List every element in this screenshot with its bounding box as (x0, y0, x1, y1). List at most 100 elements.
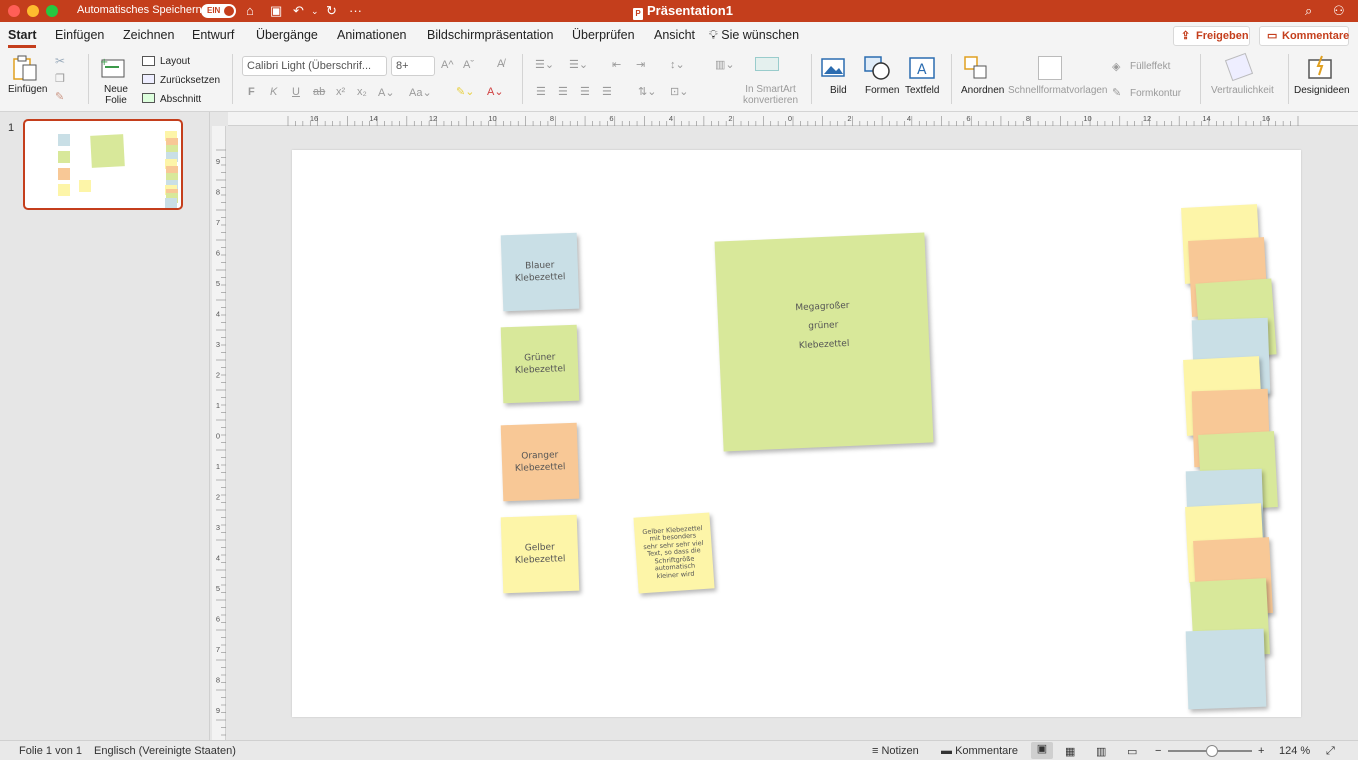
increase-font-icon[interactable]: A^ (441, 59, 454, 71)
slideshow-icon[interactable]: ▭ (1127, 745, 1137, 758)
reset-button[interactable]: Zurücksetzen (160, 75, 220, 86)
line-spacing-icon[interactable]: ↕⌄ (670, 58, 685, 71)
italic-button[interactable]: K (270, 86, 277, 98)
autosave-toggle[interactable]: EIN (201, 4, 236, 18)
clear-format-icon[interactable]: A̸ (497, 58, 504, 70)
save-icon[interactable]: ▣ (270, 2, 282, 20)
comments-button[interactable]: ▭ Kommentare (1259, 26, 1349, 46)
format-painter-icon[interactable]: ✎ (55, 90, 64, 103)
shape-outline-button[interactable]: Formkontur (1130, 88, 1181, 99)
minimize-window-button[interactable] (27, 5, 39, 17)
tab-uebergaenge[interactable]: Übergänge (256, 28, 318, 42)
new-slide-icon[interactable]: + (100, 56, 128, 80)
underline-button[interactable]: U (292, 86, 300, 98)
zoom-out-icon[interactable]: − (1155, 745, 1161, 757)
paste-label[interactable]: Einfügen (8, 84, 47, 95)
bold-button[interactable]: F (248, 86, 255, 98)
stack-note-12[interactable] (1185, 628, 1267, 710)
share-button[interactable]: ⇪ Freigeben (1173, 26, 1250, 46)
undo-icon[interactable]: ↶ (293, 2, 304, 20)
align-right-icon[interactable]: ☰ (580, 85, 590, 98)
font-color-icon[interactable]: A⌄ (487, 85, 504, 98)
sticky-note-green[interactable]: Grüner Klebezettel (500, 324, 580, 404)
account-icon[interactable]: ⚇ (1333, 2, 1345, 20)
tell-me-search[interactable]: 💡︎ Sie wünschen (709, 28, 799, 43)
textbox-icon[interactable]: A (908, 56, 936, 80)
smartart-icon[interactable] (755, 57, 779, 71)
paste-icon[interactable] (12, 54, 40, 82)
textbox-button[interactable]: Textfeld (905, 85, 939, 96)
search-icon[interactable]: ⌕ (1305, 2, 1312, 20)
font-size-select[interactable]: 8+ (391, 56, 435, 76)
slide-sorter-icon[interactable]: ▦ (1065, 745, 1075, 758)
fit-to-window-icon[interactable]: ⤢ (1326, 745, 1335, 758)
tab-einfuegen[interactable]: Einfügen (55, 28, 104, 42)
undo-dropdown-icon[interactable]: ⌄ (311, 2, 319, 20)
decrease-indent-icon[interactable]: ⇤ (612, 58, 621, 71)
notes-button[interactable]: ≡ Notizen (872, 745, 919, 757)
align-left-icon[interactable]: ☰ (536, 85, 546, 98)
sensitivity-icon[interactable] (1224, 52, 1254, 82)
highlight-icon[interactable]: ✎⌄ (456, 85, 474, 98)
tab-zeichnen[interactable]: Zeichnen (123, 28, 174, 42)
design-ideas-button[interactable]: Designideen (1294, 85, 1350, 96)
arrange-icon[interactable] (964, 56, 992, 80)
language-indicator[interactable]: Englisch (Vereinigte Staaten) (94, 745, 236, 757)
slide-canvas[interactable]: Blauer Klebezettel Grüner Klebezettel Or… (292, 150, 1301, 717)
bullets-icon[interactable]: ☰⌄ (535, 58, 554, 71)
design-ideas-icon[interactable] (1306, 55, 1334, 81)
close-window-button[interactable] (8, 5, 20, 17)
tab-ansicht[interactable]: Ansicht (654, 28, 695, 42)
font-name-select[interactable]: Calibri Light (Überschrif... (242, 56, 387, 76)
tab-animationen[interactable]: Animationen (337, 28, 407, 42)
zoom-level[interactable]: 124 % (1279, 745, 1310, 757)
slide-thumbnail-1[interactable] (23, 119, 183, 210)
arrange-button[interactable]: Anordnen (961, 85, 1004, 96)
status-comments-button[interactable]: ▬ Kommentare (941, 745, 1018, 757)
justify-icon[interactable]: ☰ (602, 85, 612, 98)
normal-view-button[interactable]: ▣ (1031, 742, 1053, 759)
quick-styles-icon[interactable] (1038, 56, 1062, 80)
reading-view-icon[interactable]: ▥ (1096, 745, 1106, 758)
sticky-note-yellow-long-text[interactable]: Gelber Klebezettel mit besonders sehr se… (633, 512, 715, 594)
copy-icon[interactable]: ❐ (55, 72, 65, 85)
shapes-button[interactable]: Formen (865, 85, 899, 96)
change-case-icon[interactable]: Aa⌄ (409, 86, 432, 99)
columns-icon[interactable]: ▥⌄ (715, 58, 735, 71)
more-icon[interactable]: ··· (349, 2, 362, 20)
decrease-font-icon[interactable]: Aˇ (463, 59, 474, 71)
numbering-icon[interactable]: ☰⌄ (569, 58, 588, 71)
strikethrough-icon[interactable]: ab (313, 86, 325, 98)
sticky-note-blue[interactable]: Blauer Klebezettel (500, 232, 580, 312)
section-button[interactable]: Abschnitt (160, 94, 201, 105)
zoom-window-button[interactable] (46, 5, 58, 17)
align-text-icon[interactable]: ⊡⌄ (670, 85, 688, 98)
sticky-note-orange[interactable]: Oranger Klebezettel (500, 422, 580, 502)
picture-icon[interactable] (821, 57, 847, 79)
layout-button[interactable]: Layout (160, 56, 190, 67)
redo-icon[interactable]: ↻ (326, 2, 337, 20)
zoom-in-icon[interactable]: + (1258, 745, 1264, 757)
sticky-note-yellow[interactable]: Gelber Klebezettel (500, 514, 580, 594)
tab-start[interactable]: Start (8, 28, 37, 48)
shapes-icon[interactable] (864, 55, 892, 81)
subscript-icon[interactable]: x₂ (357, 86, 367, 98)
tab-ueberpruefen[interactable]: Überprüfen (572, 28, 635, 42)
new-slide-label[interactable]: Neue Folie (104, 84, 128, 106)
home-icon[interactable]: ⌂ (246, 2, 254, 20)
sensitivity-button[interactable]: Vertraulichkeit (1211, 85, 1274, 96)
align-center-icon[interactable]: ☰ (558, 85, 568, 98)
tab-bildschirmpraesentation[interactable]: Bildschirmpräsentation (427, 28, 553, 42)
increase-indent-icon[interactable]: ⇥ (636, 58, 645, 71)
sticky-note-mega-green[interactable]: Megagroßer grüner Klebezettel (714, 232, 934, 452)
zoom-slider-handle[interactable] (1206, 745, 1218, 757)
quick-styles-button[interactable]: Schnellformatvorlagen (1008, 85, 1108, 96)
smartart-button[interactable]: In SmartArt konvertieren (743, 84, 798, 106)
superscript-icon[interactable]: x² (336, 86, 345, 98)
shape-fill-button[interactable]: Fülleffekt (1130, 61, 1170, 72)
tab-entwurf[interactable]: Entwurf (192, 28, 234, 42)
text-direction-icon[interactable]: ⇅⌄ (638, 85, 656, 98)
picture-button[interactable]: Bild (830, 85, 847, 96)
cut-icon[interactable]: ✂ (55, 54, 65, 68)
text-effects-icon[interactable]: A⌄ (378, 86, 395, 99)
